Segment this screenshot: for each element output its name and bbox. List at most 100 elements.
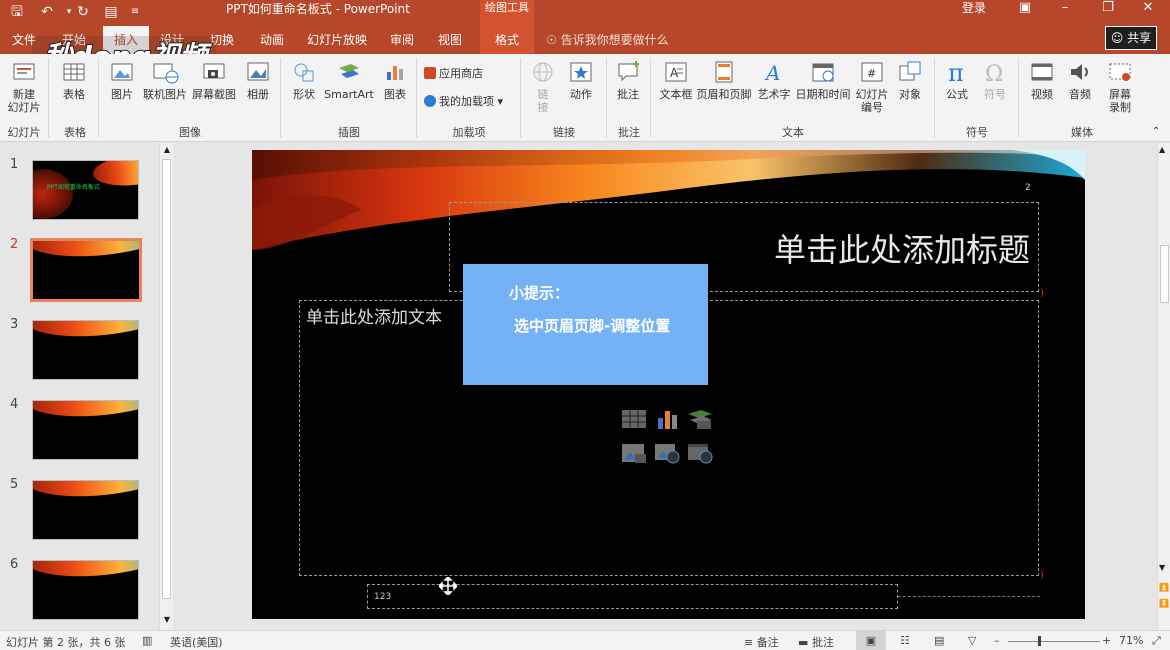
editor-scrollbar[interactable]: ▲ ▼ ⏫ ⏬ [1157,143,1170,630]
datetime-button[interactable]: 日期和时间 [794,58,852,101]
zoom-slider-thumb[interactable] [1038,636,1041,646]
scroll-up-icon[interactable]: ▲ [162,145,172,155]
ribbon-display-options-icon[interactable]: ▣ [1005,0,1045,18]
comment-button[interactable]: 批注 [610,58,646,101]
slide-thumbnail-3[interactable] [32,320,139,380]
reading-view-icon[interactable]: ▤ [934,634,944,647]
zoom-out-icon[interactable]: – [994,634,1000,647]
shapes-button[interactable]: 形状 [286,58,322,101]
screen-recording-button[interactable]: 屏幕 录制 [1100,58,1140,114]
minimize-icon[interactable]: – [1045,0,1085,18]
placeholder-resize-handle[interactable]: ) [1040,288,1044,299]
separator [98,58,99,138]
group-label-links: 链接 [553,126,575,139]
tab-view[interactable]: 视图 [430,26,470,54]
tab-review[interactable]: 审阅 [382,26,422,54]
collapse-ribbon-icon[interactable]: ⌃ [1152,124,1160,140]
slide-number-button[interactable]: # 幻灯片 编号 [852,58,892,114]
group-label-slides: 幻灯片 [7,126,41,139]
slide-thumbnail-4[interactable] [32,400,139,460]
album-button[interactable]: 相册 [240,58,276,101]
insert-table-icon[interactable] [621,408,647,430]
tell-me-search[interactable]: ☉ 告诉我你想要做什么 [546,26,669,54]
restore-icon[interactable]: ❐ [1088,0,1128,18]
normal-view-icon[interactable]: ▣ [856,631,886,650]
language-status[interactable]: 英语(美国) [170,634,223,650]
online-pictures-button[interactable]: 联机图片 [140,58,190,101]
chart-button[interactable]: 图表 [378,58,412,101]
my-addins-label: 我的加载项 [439,95,494,108]
new-slide-button[interactable]: 新建 幻灯片 [4,58,44,114]
slide-thumbnail-2[interactable] [30,238,142,302]
tab-animations[interactable]: 动画 [252,26,292,54]
insert-chart-icon[interactable] [654,408,680,430]
my-addins-button[interactable]: 我的加载项 ▾ [424,94,503,110]
equation-button[interactable]: π 公式 [940,58,974,101]
notes-button[interactable]: ≡ 备注 [744,634,779,650]
store-button[interactable]: 应用商店 [424,66,483,82]
video-icon [1031,63,1053,81]
scrollbar-thumb[interactable] [162,159,171,599]
audio-label: 音频 [1069,88,1091,101]
customize-qat-icon[interactable]: ≡ [124,2,146,22]
screenshot-button[interactable]: 屏幕截图 [190,58,238,101]
undo-icon[interactable]: ↶ [36,2,58,22]
pictures-button[interactable]: 图片 [104,58,140,101]
share-button[interactable]: ☺ 共享 [1105,26,1157,50]
slide-sorter-icon[interactable]: ☷ [900,634,910,647]
thumbnail-scrollbar[interactable]: ▲ ▼ [159,143,173,630]
next-slide-icon[interactable]: ⏬ [1159,599,1169,608]
thumbnail-number: 1 [10,157,19,172]
wordart-button[interactable]: A 艺术字 [754,58,794,101]
group-label-comments: 批注 [618,126,640,139]
login-link[interactable]: 登录 [962,0,986,16]
pi-icon: π [948,59,964,86]
previous-slide-icon[interactable]: ⏫ [1159,583,1169,592]
group-label-addins: 加载项 [452,126,486,139]
placeholder-resize-handle[interactable]: ) [1040,570,1044,581]
smartart-button[interactable]: SmartArt [322,58,376,101]
separator [416,58,417,138]
audio-button[interactable]: 音频 [1062,58,1098,101]
slide-thumbnail-5[interactable] [32,480,139,540]
group-label-text: 文本 [782,126,804,139]
spellcheck-icon[interactable]: ▥ [142,634,152,647]
scroll-down-icon[interactable]: ▼ [162,615,172,625]
zoom-in-icon[interactable]: + [1102,634,1111,647]
symbol-button[interactable]: Ω 符号 [978,58,1012,101]
zoom-slider[interactable] [1008,641,1100,642]
tab-format[interactable]: 格式 [480,26,534,54]
textbox-button[interactable]: A 文本框 [656,58,696,101]
slideshow-icon[interactable]: ▽ [968,634,976,647]
table-button[interactable]: 表格 [56,58,92,101]
insert-picture-icon[interactable] [621,442,647,464]
smartart-label: SmartArt [324,88,374,101]
object-button[interactable]: 对象 [892,58,928,101]
slide-thumbnail-pane: 1 PPT如何重命名板式 2 3 4 5 6 ▲ ▼ [0,143,176,630]
video-button[interactable]: 视频 [1024,58,1060,101]
insert-video-icon[interactable] [687,442,713,464]
separator [48,58,49,138]
slide-thumbnail-1[interactable]: PPT如何重命名板式 [32,160,139,220]
action-button[interactable]: 动作 [562,58,600,101]
close-icon[interactable]: ✕ [1128,0,1168,18]
save-icon[interactable]: 🖫 [6,2,28,22]
action-star-icon [570,62,592,82]
header-footer-button[interactable]: 页眉和页脚 [696,58,752,101]
slide-thumbnail-6[interactable] [32,560,139,620]
zoom-level[interactable]: 71% [1119,634,1143,647]
tab-slideshow[interactable]: 幻灯片放映 [302,26,372,54]
scroll-down-icon[interactable]: ▼ [1159,563,1165,572]
fit-slide-icon[interactable]: ⤢ [1152,634,1161,648]
insert-smartart-icon[interactable] [687,408,713,430]
redo-icon[interactable]: ↻ [72,2,94,22]
comments-button[interactable]: ▬ 批注 [798,634,834,650]
presentation-icon[interactable]: ▤ [100,2,122,22]
textbox-label: 文本框 [659,88,693,101]
thumbnail-number: 2 [10,237,19,252]
insert-online-picture-icon[interactable] [654,442,680,464]
link-button[interactable]: 链 接 [526,58,560,114]
link-icon [533,62,553,82]
scrollbar-thumb[interactable] [1160,245,1169,303]
scroll-up-icon[interactable]: ▲ [1159,145,1165,154]
